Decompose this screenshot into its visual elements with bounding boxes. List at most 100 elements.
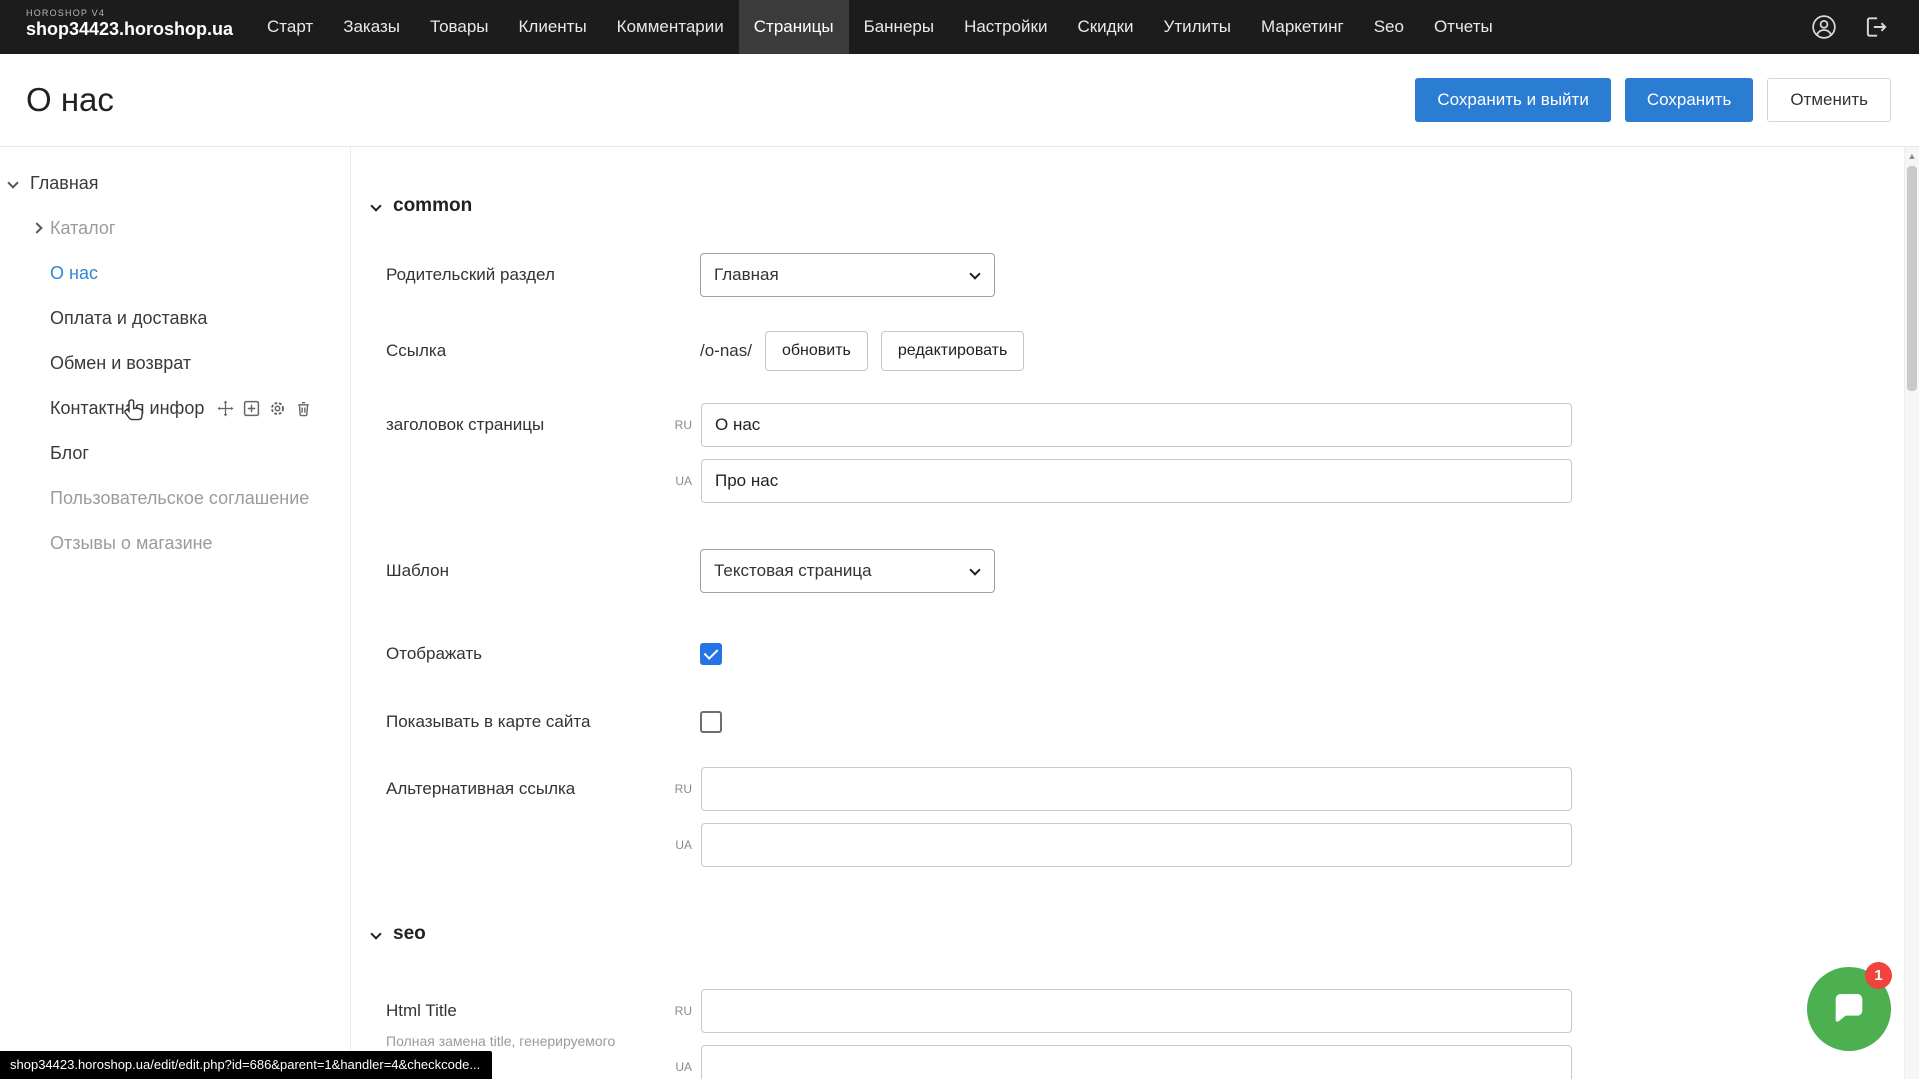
nav-item-settings[interactable]: Настройки	[949, 0, 1062, 54]
sidebar-item-label: Блог	[50, 443, 89, 464]
nav-item-products[interactable]: Товары	[415, 0, 503, 54]
field-label: заголовок страницы	[386, 403, 666, 435]
user-account-icon[interactable]	[1811, 14, 1837, 40]
template-select[interactable]: Текстовая страница	[700, 549, 995, 593]
chevron-down-icon	[969, 268, 980, 279]
lang-tag-ru: RU	[666, 1004, 692, 1018]
nav-item-orders[interactable]: Заказы	[328, 0, 415, 54]
chevron-down-icon[interactable]	[7, 177, 18, 188]
save-and-exit-button[interactable]: Сохранить и выйти	[1415, 78, 1610, 122]
lang-tag-ru: RU	[666, 782, 692, 796]
lang-tag-ua: UA	[666, 838, 692, 852]
nav-item-reports[interactable]: Отчеты	[1419, 0, 1508, 54]
alt-link-row: Альтернативная ссылка RU UA	[386, 767, 1879, 867]
template-row: Шаблон Текстовая страница	[386, 549, 1879, 593]
html-title-ua-input[interactable]	[701, 1045, 1572, 1079]
nav-item-discounts[interactable]: Скидки	[1062, 0, 1148, 54]
sidebar-item-label: Обмен и возврат	[50, 353, 191, 374]
section-common-header[interactable]: common	[372, 195, 1879, 217]
nav-item-seo[interactable]: Seo	[1359, 0, 1419, 54]
parent-section-row: Родительский раздел Главная	[386, 253, 1879, 297]
section-title: seo	[393, 923, 426, 945]
field-label: Альтернативная ссылка	[386, 767, 666, 799]
selected-value: Главная	[714, 265, 779, 285]
nav-item-marketing[interactable]: Маркетинг	[1246, 0, 1359, 54]
save-button[interactable]: Сохранить	[1625, 78, 1753, 122]
page-title-row: заголовок страницы RU UA	[386, 403, 1879, 503]
sidebar-item-label: Контактная инфор	[50, 398, 204, 419]
lang-tag-ua: UA	[666, 474, 692, 488]
add-page-icon[interactable]	[243, 400, 260, 417]
nav-item-banners[interactable]: Баннеры	[849, 0, 950, 54]
alt-link-ru-input[interactable]	[701, 767, 1572, 811]
scrollbar-up-arrow[interactable]: ▲	[1905, 147, 1919, 164]
page-title-ua-input[interactable]	[701, 459, 1572, 503]
sidebar-item-label: Отзывы о магазине	[50, 533, 213, 554]
topbar-right	[1811, 0, 1919, 54]
html-title-ru-input[interactable]	[701, 989, 1572, 1033]
logout-icon[interactable]	[1863, 14, 1889, 40]
sidebar-item-kontaktnaya[interactable]: Контактная инфор	[0, 386, 350, 431]
parent-section-select[interactable]: Главная	[700, 253, 995, 297]
browser-status-bar: shop34423.horoshop.ua/edit/edit.php?id=6…	[0, 1051, 492, 1079]
sidebar-item-agreement[interactable]: Пользовательское соглашение	[0, 476, 350, 521]
display-checkbox[interactable]	[700, 643, 722, 665]
vertical-scrollbar[interactable]: ▲	[1904, 147, 1919, 1079]
topbar: HOROSHOP V4 shop34423.horoshop.ua Старт …	[0, 0, 1919, 54]
page-title: О нас	[26, 81, 114, 119]
nav-item-utilities[interactable]: Утилиты	[1149, 0, 1247, 54]
lang-tag-ru: RU	[666, 418, 692, 432]
field-label: Ссылка	[386, 341, 700, 361]
sidebar-item-o-nas[interactable]: О нас	[0, 251, 350, 296]
sidebar-item-katalog[interactable]: Каталог	[0, 206, 350, 251]
lang-tag-ua: UA	[666, 1060, 692, 1074]
alt-link-ua-input[interactable]	[701, 823, 1572, 867]
chevron-down-icon	[370, 928, 381, 939]
page-edit-form: common Родительский раздел Главная Ссылк…	[351, 147, 1919, 1079]
link-edit-button[interactable]: редактировать	[881, 331, 1024, 371]
link-row: Ссылка /o-nas/ обновить редактировать	[386, 331, 1879, 371]
link-update-button[interactable]: обновить	[765, 331, 868, 371]
move-icon[interactable]	[217, 400, 234, 417]
field-label: Html Title	[386, 1001, 666, 1021]
tree-item-actions	[217, 400, 312, 417]
sidebar-item-blog[interactable]: Блог	[0, 431, 350, 476]
horoshop-admin-screen: HOROSHOP V4 shop34423.horoshop.ua Старт …	[0, 0, 1919, 1079]
section-seo-header[interactable]: seo	[372, 923, 1879, 945]
sidebar-item-obmen[interactable]: Обмен и возврат	[0, 341, 350, 386]
nav-item-comments[interactable]: Комментарии	[602, 0, 739, 54]
field-hint: Полная замена title, генерируемого	[386, 1033, 666, 1049]
selected-value: Текстовая страница	[714, 561, 872, 581]
field-label: Родительский раздел	[386, 265, 700, 285]
sidebar-item-oplata[interactable]: Оплата и доставка	[0, 296, 350, 341]
sidebar-item-reviews[interactable]: Отзывы о магазине	[0, 521, 350, 566]
trash-icon[interactable]	[295, 400, 312, 417]
nav-item-pages[interactable]: Страницы	[739, 0, 849, 54]
sidebar-item-label: Оплата и доставка	[50, 308, 207, 329]
sidebar-item-label: Пользовательское соглашение	[50, 488, 309, 509]
sidebar-item-glavnaya[interactable]: Главная	[0, 161, 350, 206]
sitemap-checkbox[interactable]	[700, 711, 722, 733]
sidebar-item-label: Главная	[30, 173, 99, 194]
display-row: Отображать	[386, 643, 1879, 665]
page-title-ru-input[interactable]	[701, 403, 1572, 447]
page-header: О нас Сохранить и выйти Сохранить Отмени…	[0, 54, 1919, 146]
gear-icon[interactable]	[269, 400, 286, 417]
cancel-button[interactable]: Отменить	[1767, 78, 1891, 122]
field-label: Шаблон	[386, 561, 700, 581]
main-nav: Старт Заказы Товары Клиенты Комментарии …	[252, 0, 1508, 54]
brand-domain: shop34423.horoshop.ua	[26, 19, 252, 40]
pages-tree-sidebar: Главная Каталог О нас Оплата и доставка …	[0, 147, 351, 1079]
nav-item-start[interactable]: Старт	[252, 0, 328, 54]
chevron-right-icon[interactable]	[31, 222, 42, 233]
chat-unread-badge: 1	[1865, 962, 1892, 989]
brand-block[interactable]: HOROSHOP V4 shop34423.horoshop.ua	[0, 0, 252, 54]
nav-item-clients[interactable]: Клиенты	[504, 0, 602, 54]
chat-bubble-icon	[1829, 989, 1869, 1029]
field-label: Отображать	[386, 644, 700, 664]
scrollbar-thumb[interactable]	[1907, 166, 1917, 391]
chat-widget-button[interactable]: 1	[1807, 967, 1891, 1051]
body-region: Главная Каталог О нас Оплата и доставка …	[0, 146, 1919, 1079]
header-actions: Сохранить и выйти Сохранить Отменить	[1415, 78, 1891, 122]
sidebar-item-label: Каталог	[50, 218, 115, 239]
